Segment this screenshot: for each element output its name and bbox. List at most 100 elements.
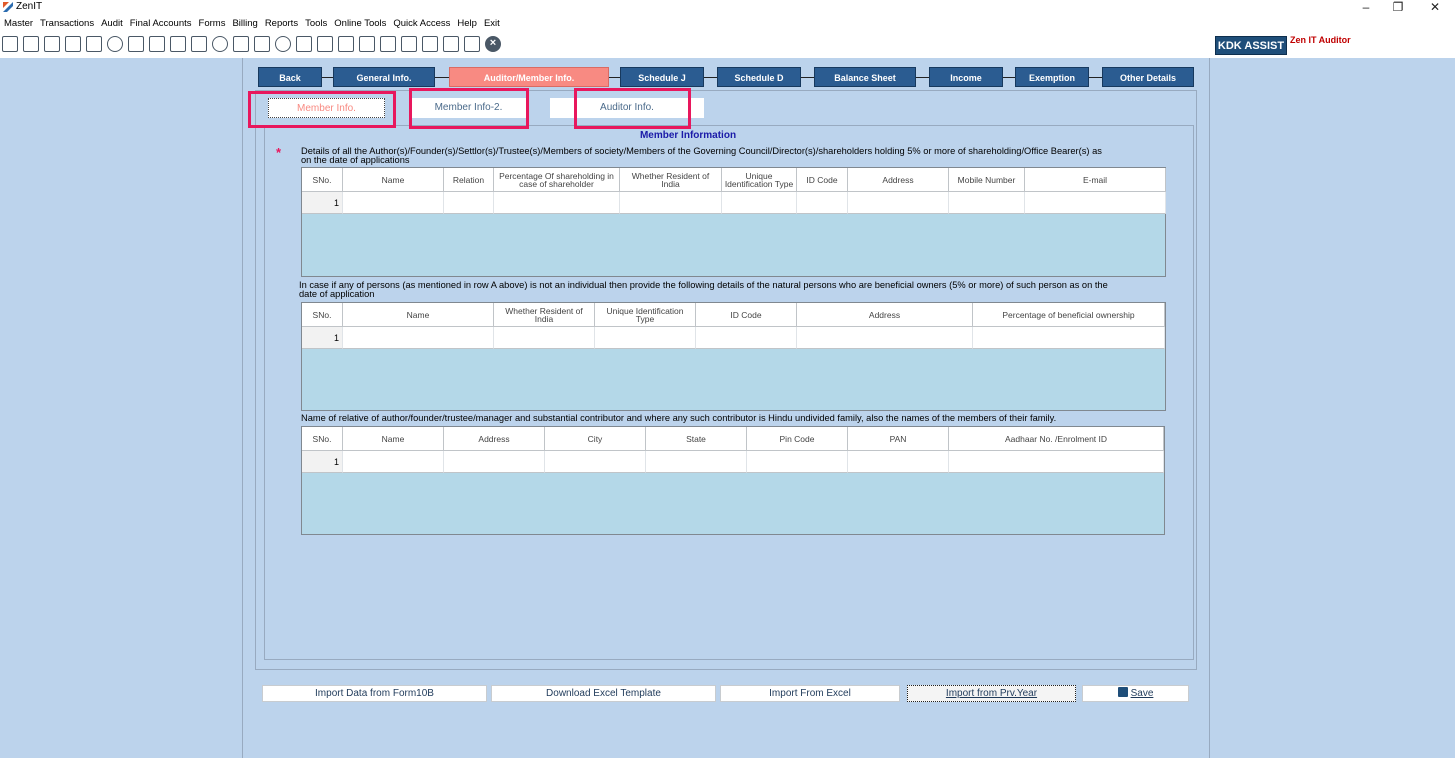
kdk-assist-button[interactable]: KDK ASSIST [1215, 36, 1287, 55]
grid2-col-sno[interactable]: SNo. [302, 303, 343, 327]
minimize-button[interactable]: – [1356, 0, 1376, 14]
close-window-button[interactable]: ✕ [1425, 0, 1445, 14]
grid-icon[interactable] [44, 36, 60, 52]
table-row[interactable]: 1 [302, 451, 1164, 473]
export-icon[interactable] [317, 36, 333, 52]
grid1-cell-name[interactable] [343, 192, 444, 214]
import-prev-year-button[interactable]: Import from Prv.Year [907, 685, 1076, 702]
grid1-cell-resident[interactable] [620, 192, 722, 214]
menu-final-accounts[interactable]: Final Accounts [130, 16, 192, 32]
report-icon[interactable] [2, 36, 18, 52]
grid2-cell-id-type[interactable] [595, 327, 696, 349]
grid3-col-aadhaar[interactable]: Aadhaar No. /Enrolment ID [949, 427, 1164, 451]
tools-icon[interactable] [128, 36, 144, 52]
grid1-col-id-code[interactable]: ID Code [797, 168, 848, 192]
menu-help[interactable]: Help [457, 16, 477, 32]
calculator-tax-icon[interactable] [170, 36, 186, 52]
tab-schedule-d[interactable]: Schedule D [717, 67, 801, 87]
menu-tools[interactable]: Tools [305, 16, 327, 32]
chart-icon[interactable] [65, 36, 81, 52]
import-from-excel-button[interactable]: Import From Excel [720, 685, 900, 702]
tab-other-details[interactable]: Other Details [1102, 67, 1194, 87]
grid2-col-id-code[interactable]: ID Code [696, 303, 797, 327]
tab-auditor-member-info[interactable]: Auditor/Member Info. [449, 67, 609, 87]
grid1-cell-id-type[interactable] [722, 192, 797, 214]
grid3-cell-city[interactable] [545, 451, 646, 473]
transfer-icon[interactable] [380, 36, 396, 52]
info-icon[interactable] [275, 36, 291, 52]
sync-icon[interactable] [359, 36, 375, 52]
menu-master[interactable]: Master [4, 16, 33, 32]
grid2-cell-id-code[interactable] [696, 327, 797, 349]
grid1-col-resident[interactable]: Whether Resident of India [620, 168, 722, 192]
tab-schedule-j[interactable]: Schedule J [620, 67, 704, 87]
menu-reports[interactable]: Reports [265, 16, 298, 32]
tab-exemption[interactable]: Exemption [1015, 67, 1089, 87]
sheet-icon[interactable] [296, 36, 312, 52]
tab-back[interactable]: Back [258, 67, 322, 87]
grid1-col-name[interactable]: Name [343, 168, 444, 192]
grid3-cell-name[interactable] [343, 451, 444, 473]
grid2-col-resident[interactable]: Whether Resident of India [494, 303, 595, 327]
doc-icon[interactable] [422, 36, 438, 52]
save-button[interactable]: Save [1082, 685, 1189, 702]
pie-icon[interactable] [212, 36, 228, 52]
menu-online-tools[interactable]: Online Tools [334, 16, 386, 32]
grid1-col-sno[interactable]: SNo. [302, 168, 343, 192]
grid3-col-pin-code[interactable]: Pin Code [747, 427, 848, 451]
menu-quick-access[interactable]: Quick Access [393, 16, 450, 32]
document-icon[interactable] [254, 36, 270, 52]
menu-transactions[interactable]: Transactions [40, 16, 94, 32]
grid1-col-id-type[interactable]: Unique Identification Type [722, 168, 797, 192]
beneficial-owners-grid[interactable]: SNo. Name Whether Resident of India Uniq… [301, 302, 1166, 411]
table-row[interactable]: 1 [302, 192, 1166, 214]
grid2-cell-beneficial-ownership[interactable] [973, 327, 1165, 349]
calendar-icon[interactable] [338, 36, 354, 52]
grid1-col-relation[interactable]: Relation [444, 168, 494, 192]
menu-audit[interactable]: Audit [101, 16, 123, 32]
grid1-cell-mobile[interactable] [949, 192, 1025, 214]
menu-forms[interactable]: Forms [199, 16, 226, 32]
grid1-cell-shareholding[interactable] [494, 192, 620, 214]
grid1-col-shareholding[interactable]: Percentage Of shareholding in case of sh… [494, 168, 620, 192]
home-icon[interactable] [23, 36, 39, 52]
grid3-col-state[interactable]: State [646, 427, 747, 451]
grid1-cell-address[interactable] [848, 192, 949, 214]
grid3-cell-pan[interactable] [848, 451, 949, 473]
restore-button[interactable]: ❐ [1388, 0, 1408, 14]
grid2-col-beneficial-ownership[interactable]: Percentage of beneficial ownership [973, 303, 1165, 327]
grid3-cell-address[interactable] [444, 451, 545, 473]
list-icon[interactable] [401, 36, 417, 52]
grid2-col-address[interactable]: Address [797, 303, 973, 327]
table-row[interactable]: 1 [302, 327, 1165, 349]
grid3-col-sno[interactable]: SNo. [302, 427, 343, 451]
tab-general-info[interactable]: General Info. [333, 67, 435, 87]
grid2-cell-resident[interactable] [494, 327, 595, 349]
grid3-cell-state[interactable] [646, 451, 747, 473]
grid3-cell-pin-code[interactable] [747, 451, 848, 473]
filter-icon[interactable] [149, 36, 165, 52]
grid1-col-address[interactable]: Address [848, 168, 949, 192]
grid3-col-pan[interactable]: PAN [848, 427, 949, 451]
grid3-col-name[interactable]: Name [343, 427, 444, 451]
print-icon[interactable] [443, 36, 459, 52]
grid1-col-email[interactable]: E-mail [1025, 168, 1166, 192]
calculator-icon[interactable] [191, 36, 207, 52]
menu-billing[interactable]: Billing [232, 16, 257, 32]
users-icon[interactable] [107, 36, 123, 52]
member-details-grid[interactable]: SNo. Name Relation Percentage Of shareho… [301, 167, 1166, 277]
relatives-grid[interactable]: SNo. Name Address City State Pin Code PA… [301, 426, 1165, 535]
tab-balance-sheet[interactable]: Balance Sheet [814, 67, 916, 87]
menu-exit[interactable]: Exit [484, 16, 500, 32]
grid2-cell-name[interactable] [343, 327, 494, 349]
grid3-col-city[interactable]: City [545, 427, 646, 451]
close-icon[interactable]: × [485, 36, 501, 52]
grid1-col-mobile[interactable]: Mobile Number [949, 168, 1025, 192]
grid1-cell-relation[interactable] [444, 192, 494, 214]
import-form10b-button[interactable]: Import Data from Form10B [262, 685, 487, 702]
grid2-col-name[interactable]: Name [343, 303, 494, 327]
grid1-cell-email[interactable] [1025, 192, 1166, 214]
badge-icon[interactable] [464, 36, 480, 52]
gift-icon[interactable] [86, 36, 102, 52]
grid2-cell-address[interactable] [797, 327, 973, 349]
